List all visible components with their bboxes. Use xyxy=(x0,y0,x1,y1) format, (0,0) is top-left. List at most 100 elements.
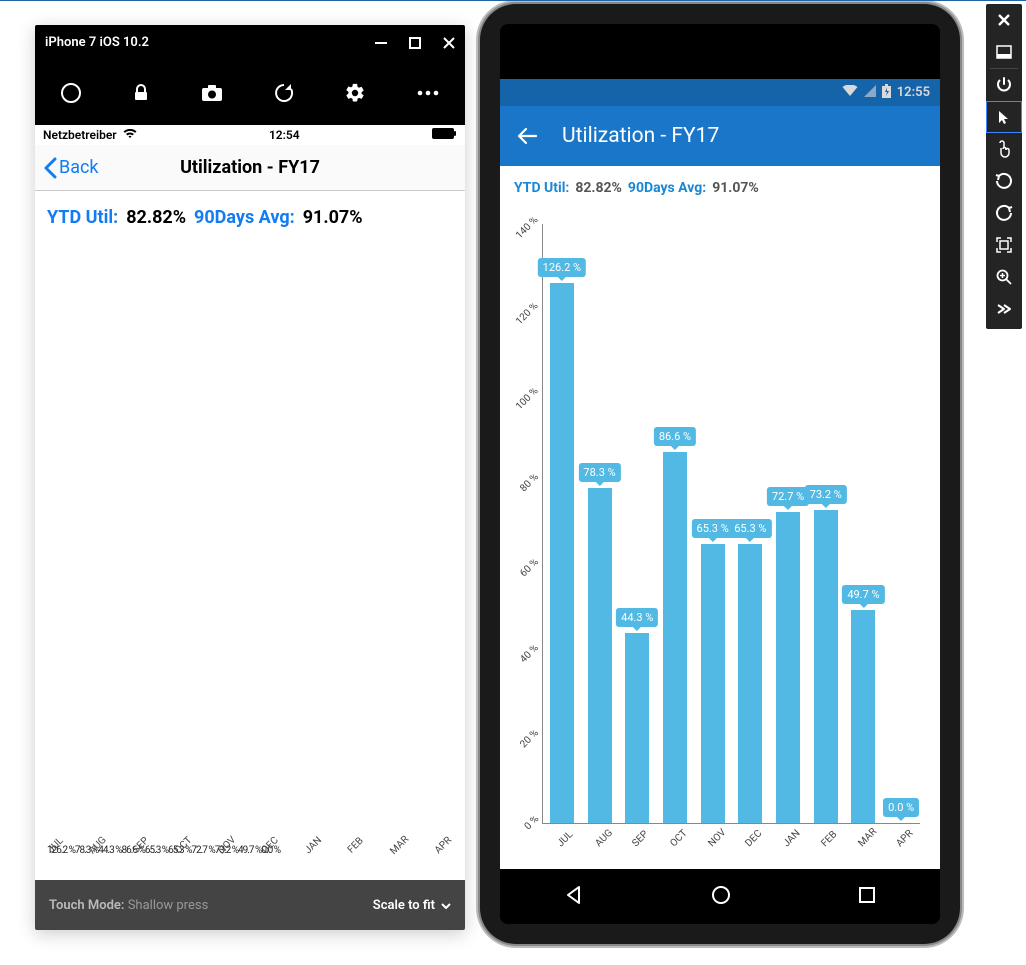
chart-xtick: APR xyxy=(894,828,915,849)
chart-bar-label: 86.6 % xyxy=(654,427,696,446)
chart-ytick: 20 % xyxy=(518,728,541,751)
android-statusbar: 12:55 xyxy=(500,79,940,106)
chart-bar[interactable] xyxy=(625,633,649,823)
chart-bar[interactable] xyxy=(701,544,725,823)
avg90-value: 91.07% xyxy=(712,180,759,196)
signal-icon xyxy=(864,85,876,101)
chart-xtick: AUG xyxy=(593,827,615,849)
chart-ytick: 140 % xyxy=(514,215,541,242)
time-label: 12:54 xyxy=(269,128,300,142)
ytd-util-value: 82.82% xyxy=(126,207,186,228)
chart-bar[interactable] xyxy=(814,510,838,823)
emulator-side-toolbar xyxy=(986,4,1022,329)
reload-button[interactable] xyxy=(273,82,295,104)
rotate-cw-button[interactable] xyxy=(986,197,1022,229)
power-button[interactable] xyxy=(986,69,1022,101)
chart-bar-label: 0.0 % xyxy=(883,798,919,817)
carrier-label: Netzbetreiber xyxy=(43,128,117,142)
chart-xlabel: NOV xyxy=(216,834,238,856)
device-toolbar xyxy=(35,60,465,125)
scale-selector[interactable]: Scale to fit xyxy=(373,898,451,913)
touch-mode[interactable]: Touch Mode: Shallow press xyxy=(49,898,208,913)
chart-ytick: 100 % xyxy=(514,386,541,413)
time-label: 12:55 xyxy=(897,85,930,100)
zoom-button[interactable] xyxy=(986,261,1022,293)
nav-home-button[interactable] xyxy=(710,884,732,910)
chart-bar-label: 78.3 % xyxy=(578,463,620,482)
window-controls xyxy=(375,37,455,49)
nav-recents-button[interactable] xyxy=(857,885,877,909)
android-chart: 0 %20 %40 %60 %80 %100 %120 %140 %126.2 … xyxy=(512,214,928,864)
chart-xlabel: OCT xyxy=(173,835,194,856)
minimize-button[interactable] xyxy=(986,36,1022,68)
iphone-emulator-window: iPhone 7 iOS 10.2 xyxy=(35,25,465,930)
ios-page-title: Utilization - FY17 xyxy=(180,157,320,178)
chart-xtick: NOV xyxy=(706,827,728,849)
chart-bar[interactable] xyxy=(851,610,875,823)
top-divider xyxy=(0,0,1026,1)
ios-navbar: Back Utilization - FY17 xyxy=(35,145,465,191)
chevron-down-icon xyxy=(441,898,451,913)
nav-back-button[interactable] xyxy=(563,884,585,910)
touch-button[interactable] xyxy=(986,133,1022,165)
fullscreen-button[interactable] xyxy=(986,229,1022,261)
ytd-util-label: YTD Util: xyxy=(514,180,569,196)
ios-summary-row: YTD Util: 82.82% 90Days Avg: 91.07% xyxy=(35,191,465,244)
chart-xtick: FEB xyxy=(819,829,839,849)
chart-ytick: 120 % xyxy=(514,300,541,327)
android-back-button[interactable] xyxy=(516,125,538,147)
chart-xtick: JUL xyxy=(555,829,575,849)
more-button[interactable] xyxy=(416,89,440,97)
chart-xtick: OCT xyxy=(668,828,689,849)
avg90-label: 90Days Avg: xyxy=(194,207,295,228)
touch-mode-value: Shallow press xyxy=(128,898,209,913)
chart-bar-label: 72.7 % xyxy=(767,487,809,506)
chart-xlabel: FEB xyxy=(346,835,366,855)
battery-icon xyxy=(882,84,891,102)
window-close-button[interactable] xyxy=(443,37,455,49)
chart-bar-label: 73.2 % xyxy=(805,485,847,504)
chart-ytick: 80 % xyxy=(518,471,541,494)
chart-plot-area: 0 %20 %40 %60 %80 %100 %120 %140 %126.2 … xyxy=(542,224,920,824)
chart-xlabel: DEC xyxy=(260,835,281,856)
scale-label: Scale to fit xyxy=(373,898,435,913)
expand-toolbar-button[interactable] xyxy=(986,293,1022,325)
chart-xlabel: SEP xyxy=(131,835,151,855)
chart-bar-label: 126.2 % xyxy=(538,258,586,277)
settings-button[interactable] xyxy=(344,82,366,104)
window-minimize-button[interactable] xyxy=(375,37,387,49)
chart-xlabel: JAN xyxy=(303,835,324,856)
chart-xtick: SEP xyxy=(631,829,651,849)
ios-chart-xaxis: JULAUGSEPOCTNOVDECJANFEBMARAPR xyxy=(35,840,465,880)
android-system-navbar xyxy=(500,869,940,924)
chart-xtick: MAR xyxy=(857,826,880,849)
window-titlebar: iPhone 7 iOS 10.2 xyxy=(35,25,465,60)
android-summary-row: YTD Util: 82.82% 90Days Avg: 91.07% xyxy=(500,166,940,206)
chart-xlabel: APR xyxy=(433,835,454,856)
chart-bar[interactable] xyxy=(588,488,612,823)
window-title: iPhone 7 iOS 10.2 xyxy=(45,35,149,50)
back-button-label: Back xyxy=(59,157,99,178)
home-circle-button[interactable] xyxy=(60,82,82,104)
android-emulator-window: 12:55 Utilization - FY17 YTD Util: 82.82… xyxy=(480,4,960,944)
chart-bar[interactable] xyxy=(738,544,762,823)
chart-bar-label: 44.3 % xyxy=(616,608,658,627)
chart-bar[interactable] xyxy=(550,283,574,823)
chart-xtick: JAN xyxy=(781,828,802,849)
chart-bar-label: 49.7 % xyxy=(842,585,884,604)
chart-xtick: DEC xyxy=(744,828,765,849)
chart-bar[interactable] xyxy=(776,512,800,823)
ios-back-button[interactable]: Back xyxy=(35,157,99,179)
chart-ytick: 0 % xyxy=(522,814,541,833)
chart-ytick: 40 % xyxy=(518,642,541,665)
wifi-icon xyxy=(123,128,137,142)
lock-button[interactable] xyxy=(131,83,151,103)
rotate-ccw-button[interactable] xyxy=(986,165,1022,197)
ios-statusbar: Netzbetreiber 12:54 xyxy=(35,125,465,145)
chart-bar[interactable] xyxy=(663,452,687,823)
avg90-label: 90Days Avg: xyxy=(628,180,706,196)
screenshot-button[interactable] xyxy=(201,83,223,103)
close-button[interactable] xyxy=(986,4,1022,36)
window-maximize-button[interactable] xyxy=(409,37,421,49)
pointer-button[interactable] xyxy=(986,101,1022,133)
